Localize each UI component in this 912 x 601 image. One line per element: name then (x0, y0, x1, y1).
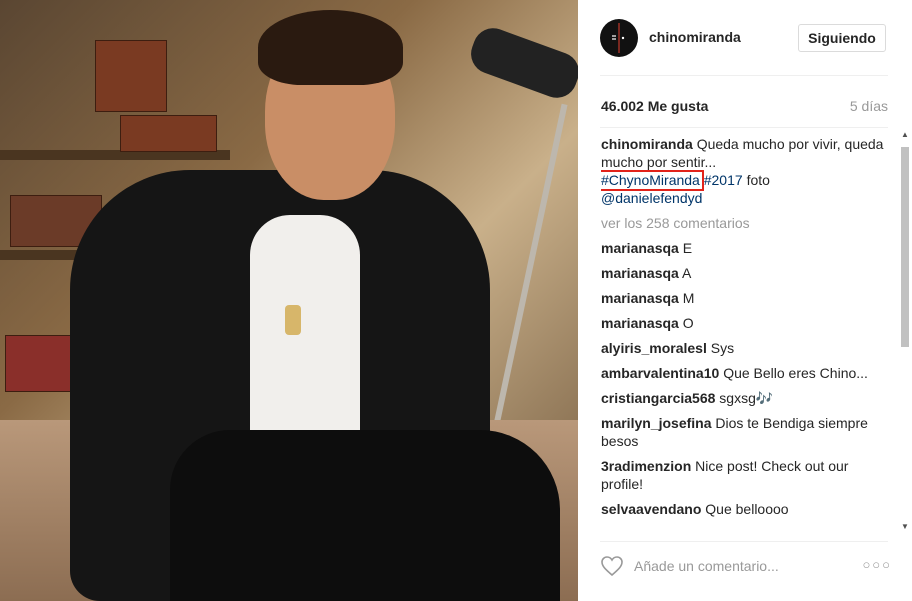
caption-word: foto (746, 172, 770, 188)
mention-link[interactable]: @danielefendyd (601, 190, 702, 206)
comment-text: Que belloooo (705, 501, 789, 517)
comment-text: E (682, 240, 693, 256)
likes-count[interactable]: 46.002 Me gusta (601, 98, 708, 114)
comments-list[interactable]: chinomiranda Queda mucho por vivir, qued… (601, 135, 891, 530)
avatar-logo-icon (601, 20, 637, 56)
view-all-comments-link[interactable]: ver los 258 comentarios (601, 214, 891, 232)
caption-username[interactable]: chinomiranda (601, 136, 693, 152)
list-item: ambarvalentina10 Que Bello eres Chino... (601, 364, 891, 382)
post-caption: chinomiranda Queda mucho por vivir, qued… (601, 135, 891, 207)
scroll-up-arrow-icon[interactable]: ▲ (901, 131, 909, 139)
avatar[interactable] (600, 19, 638, 57)
photo-box (120, 115, 217, 152)
comment-text: Que Bello eres Chino... (723, 365, 868, 381)
comments-scrollbar[interactable]: ▲ ▼ (901, 131, 909, 531)
photo-hair (258, 10, 403, 85)
post-username[interactable]: chinomiranda (649, 29, 741, 45)
comment-username[interactable]: marilyn_josefina (601, 415, 712, 431)
photo-box (5, 335, 77, 392)
ellipsis-icon[interactable]: ○○○ (862, 557, 892, 572)
list-item: marilyn_josefina Dios te Bendiga siempre… (601, 414, 891, 450)
list-item: alyiris_moralesl Sys (601, 339, 891, 357)
photo-box (95, 40, 167, 112)
list-item: marianasqa M (601, 289, 891, 307)
post-header: chinomiranda Siguiendo (578, 0, 912, 75)
photo-dog-tag (285, 305, 301, 335)
list-item: 3radimenzion Nice post! Check out our pr… (601, 457, 891, 493)
comment-username[interactable]: marianasqa (601, 315, 679, 331)
hashtag-link-highlighted[interactable]: #ChynoMiranda (601, 172, 700, 188)
comment-text: A (681, 265, 692, 281)
comment-text: Sys (710, 340, 735, 356)
post-side-panel: chinomiranda Siguiendo 46.002 Me gusta 5… (578, 0, 912, 601)
comment-username[interactable]: ambarvalentina10 (601, 365, 719, 381)
add-comment-input[interactable]: Añade un comentario... (634, 558, 779, 574)
photo-telescope (465, 22, 578, 104)
comment-username[interactable]: marianasqa (601, 290, 679, 306)
post-age[interactable]: 5 días (850, 98, 888, 114)
comment-username[interactable]: marianasqa (601, 240, 679, 256)
comment-username[interactable]: selvaavendano (601, 501, 701, 517)
comment-username[interactable]: 3radimenzion (601, 458, 691, 474)
comment-text: sgxsg🎶 (719, 390, 774, 406)
heart-icon[interactable] (600, 555, 624, 582)
divider (600, 541, 888, 542)
scrollbar-thumb[interactable] (901, 147, 909, 347)
list-item: cristiangarcia568 sgxsg🎶 (601, 389, 891, 407)
post-photo[interactable] (0, 0, 578, 601)
comment-username[interactable]: cristiangarcia568 (601, 390, 715, 406)
divider (600, 75, 888, 76)
comment-text: M (682, 290, 695, 306)
list-item: marianasqa E (601, 239, 891, 257)
scroll-down-arrow-icon[interactable]: ▼ (901, 523, 909, 531)
list-item: marianasqa O (601, 314, 891, 332)
add-comment-row: Añade un comentario... ○○○ (578, 545, 912, 589)
comment-username[interactable]: alyiris_moralesl (601, 340, 707, 356)
hashtag-link[interactable]: #2017 (704, 172, 743, 188)
list-item: marianasqa A (601, 264, 891, 282)
comment-text: O (682, 315, 694, 331)
list-item: selvaavendano Que belloooo (601, 500, 891, 518)
following-button[interactable]: Siguiendo (798, 24, 886, 52)
divider (600, 127, 888, 128)
photo-pants (170, 430, 560, 601)
comment-username[interactable]: marianasqa (601, 265, 679, 281)
